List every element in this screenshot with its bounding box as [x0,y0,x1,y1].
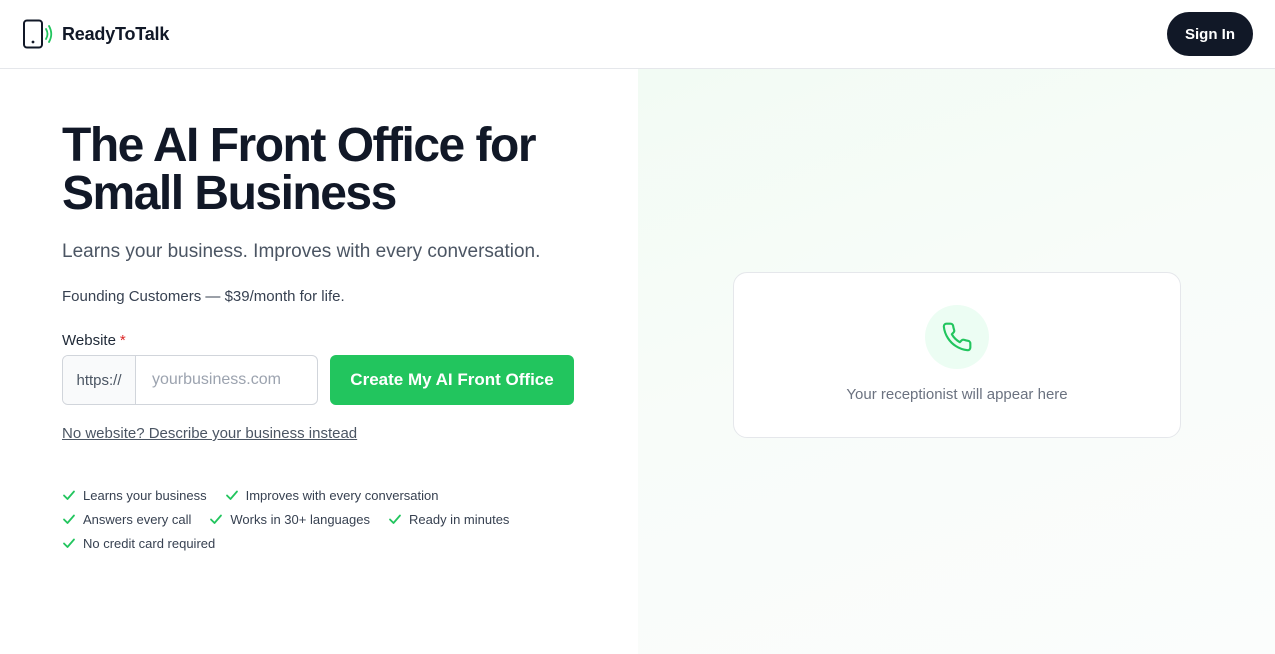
feature-label: No credit card required [83,535,216,551]
check-icon [225,490,238,500]
website-label: Website * [62,332,126,349]
feature-item: Improves with every conversation [225,487,439,503]
feature-label: Works in 30+ languages [230,511,370,527]
hero-headline: The AI Front Office for Small Business [62,119,537,220]
top-nav: ReadyToTalk Sign In [0,0,1275,69]
check-icon [210,514,223,524]
phone-signal-icon [23,19,53,49]
required-marker: * [119,332,126,349]
feature-label: Improves with every conversation [245,487,439,503]
create-front-office-button[interactable]: Create My AI Front Office [330,355,574,405]
phone-icon [942,322,972,352]
feature-item: Answers every call [62,511,191,527]
feature-label: Answers every call [83,511,192,527]
check-icon [63,514,75,524]
feature-item: Works in 30+ languages [209,511,370,527]
feature-label: Learns your business [83,487,207,503]
website-label-text: Website [62,332,116,349]
feature-label: Ready in minutes [408,511,510,527]
hero-subheadline: Learns your business. Improves with ever… [62,241,541,262]
check-icon [389,514,401,524]
preview-placeholder-text: Your receptionist will appear here [846,386,1068,403]
website-input[interactable] [136,356,317,404]
sign-in-button[interactable]: Sign In [1167,12,1253,56]
phone-icon-badge [925,305,989,369]
feature-item: Ready in minutes [388,511,509,527]
receptionist-preview-card: Your receptionist will appear here [733,272,1181,438]
check-icon [63,538,75,548]
feature-list: Learns your business Improves with every… [62,487,582,551]
describe-business-link[interactable]: No website? Describe your business inste… [62,425,357,442]
website-input-group: https:// [62,355,318,405]
url-prefix: https:// [63,356,136,404]
check-icon [63,490,75,500]
brand-name: ReadyToTalk [62,23,170,44]
feature-item: Learns your business [62,487,207,503]
feature-item: No credit card required [62,535,215,551]
brand-logo[interactable]: ReadyToTalk [22,19,169,49]
pricing-note: Founding Customers — $39/month for life. [62,288,345,305]
